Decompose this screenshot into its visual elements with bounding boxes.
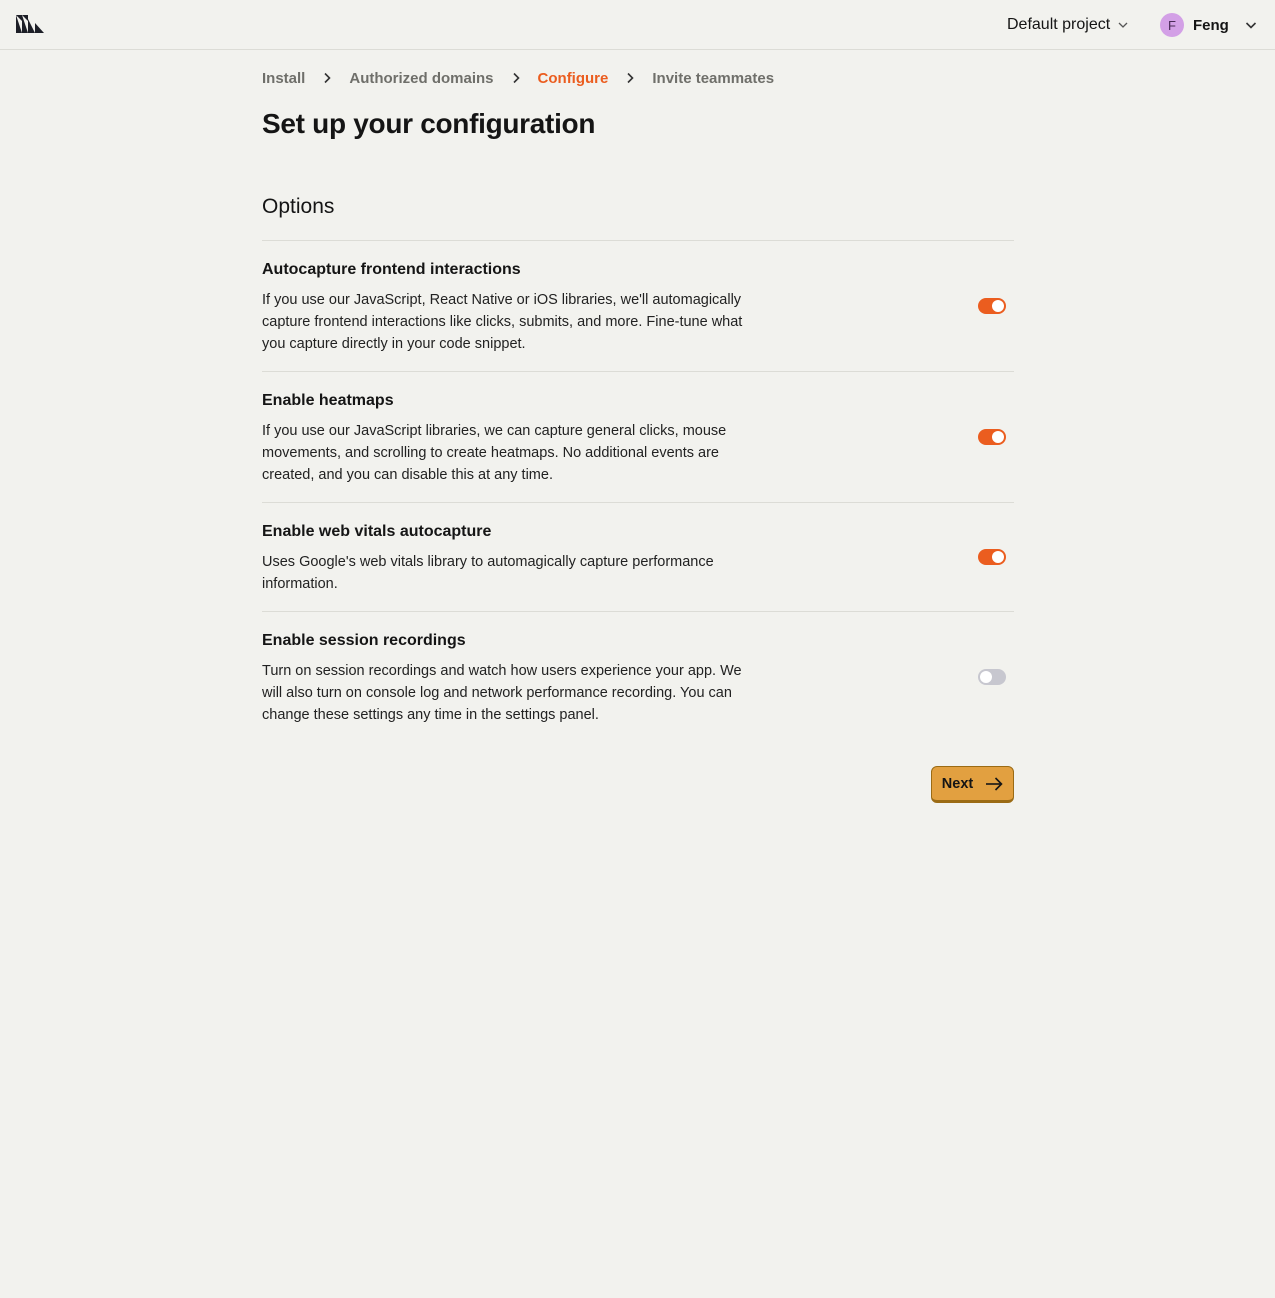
next-button[interactable]: Next bbox=[931, 766, 1014, 803]
project-switcher[interactable]: Default project bbox=[1007, 12, 1128, 38]
account-menu[interactable]: F Feng bbox=[1160, 12, 1257, 38]
chevron-down-icon bbox=[1245, 22, 1256, 29]
arrow-right-icon bbox=[986, 776, 1003, 791]
option-title: Autocapture frontend interactions bbox=[262, 261, 521, 278]
option-description: If you use our JavaScript, React Native … bbox=[262, 292, 743, 352]
breadcrumb: Install Authorized domains Configure Inv… bbox=[262, 69, 1014, 87]
chevron-right-icon bbox=[324, 72, 331, 84]
account-name: Feng bbox=[1193, 16, 1229, 34]
option-description: Turn on session recordings and watch how… bbox=[262, 663, 742, 723]
option-heatmaps: Enable heatmaps If you use our JavaScrip… bbox=[262, 372, 1014, 503]
actions: Next bbox=[262, 766, 1014, 803]
chevron-right-icon bbox=[627, 72, 634, 84]
breadcrumb-authorized-domains[interactable]: Authorized domains bbox=[349, 70, 493, 87]
page-title: Set up your configuration bbox=[262, 108, 596, 139]
option-session-recordings: Enable session recordings Turn on sessio… bbox=[262, 612, 1014, 742]
breadcrumb-configure[interactable]: Configure bbox=[538, 70, 609, 87]
autocapture-toggle[interactable] bbox=[978, 298, 1006, 314]
option-web-vitals: Enable web vitals autocapture Uses Googl… bbox=[262, 503, 1014, 612]
next-label: Next bbox=[941, 775, 974, 792]
web-vitals-toggle[interactable] bbox=[978, 549, 1006, 565]
section-title: Options bbox=[262, 195, 335, 218]
breadcrumb-install[interactable]: Install bbox=[262, 70, 305, 87]
option-title: Enable heatmaps bbox=[262, 392, 394, 409]
avatar: F bbox=[1160, 13, 1184, 37]
option-title: Enable web vitals autocapture bbox=[262, 523, 492, 540]
option-description: Uses Google's web vitals library to auto… bbox=[262, 554, 714, 592]
option-description: If you use our JavaScript libraries, we … bbox=[262, 423, 727, 483]
option-autocapture: Autocapture frontend interactions If you… bbox=[262, 241, 1014, 372]
top-bar: Default project F Feng bbox=[0, 0, 1275, 50]
session-recordings-toggle[interactable] bbox=[978, 669, 1006, 685]
chevron-right-icon bbox=[512, 72, 520, 84]
option-title: Enable session recordings bbox=[262, 632, 466, 649]
main-content: Install Authorized domains Configure Inv… bbox=[262, 50, 1014, 803]
breadcrumb-invite-teammates[interactable]: Invite teammates bbox=[652, 70, 774, 87]
heatmaps-toggle[interactable] bbox=[978, 429, 1006, 445]
options-list: Autocapture frontend interactions If you… bbox=[262, 240, 1014, 742]
logo-icon[interactable] bbox=[16, 15, 44, 33]
project-name: Default project bbox=[1007, 16, 1111, 33]
chevron-down-icon bbox=[1118, 22, 1128, 28]
